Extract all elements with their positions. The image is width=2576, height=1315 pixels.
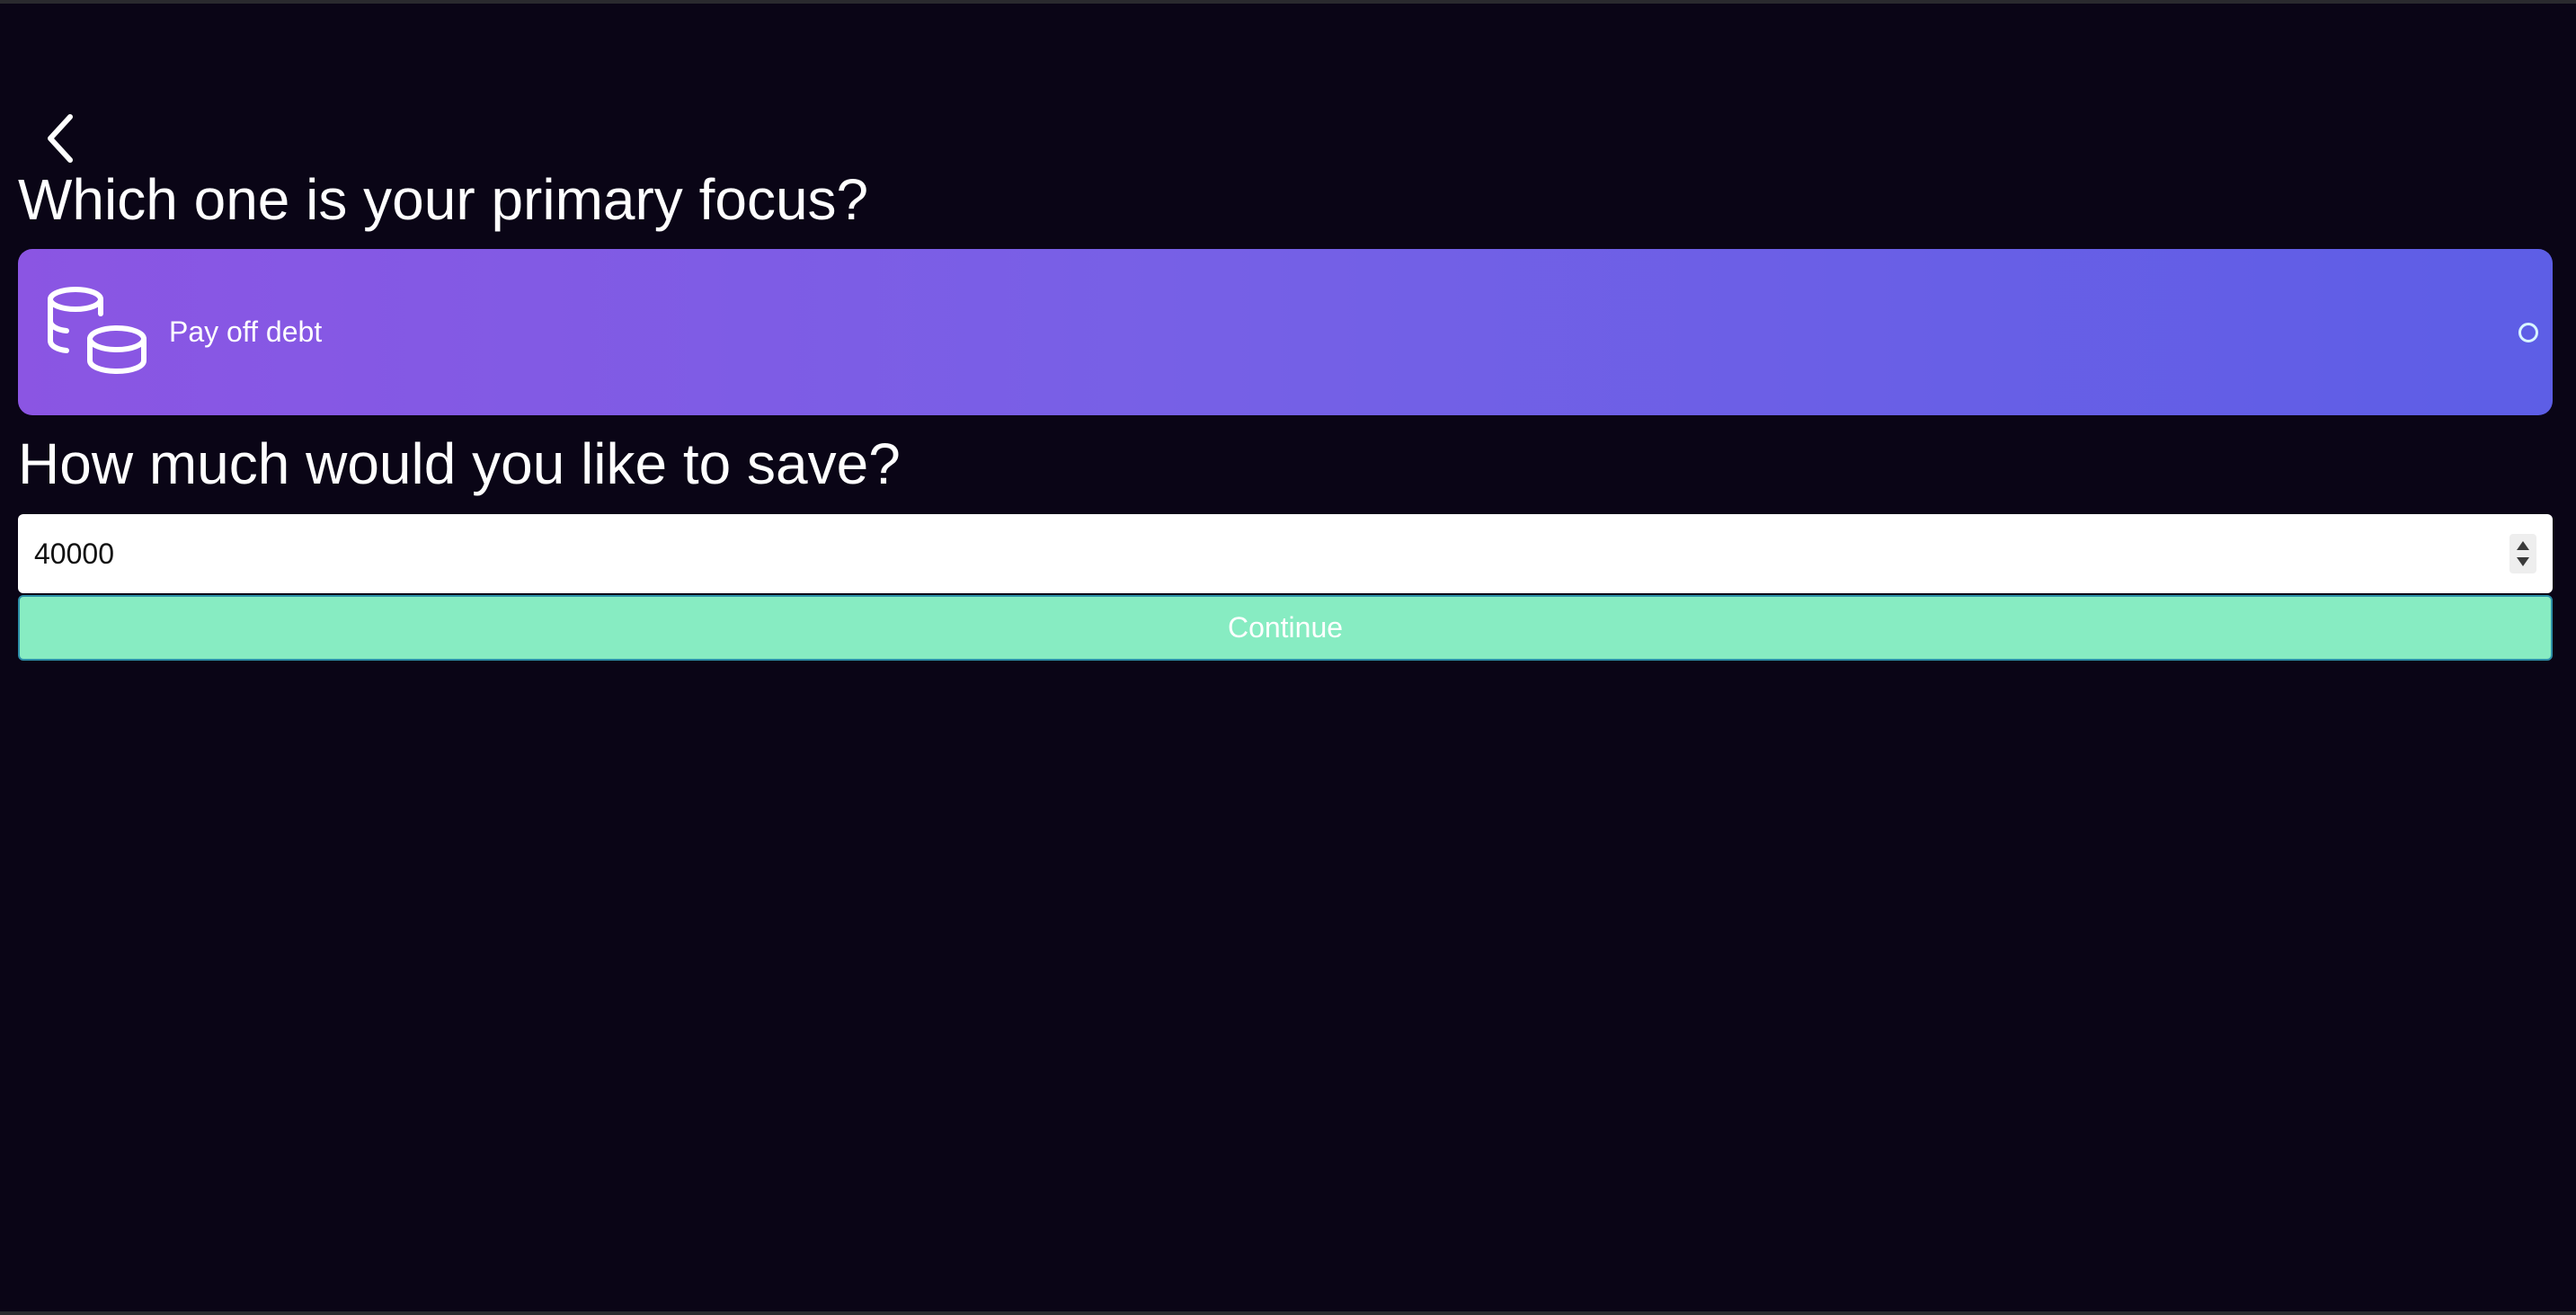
amount-field (18, 514, 2553, 593)
window-bottom-edge (0, 1311, 2576, 1315)
option-radio[interactable] (2518, 323, 2538, 342)
onboarding-page: Which one is your primary focus? Pay off… (0, 0, 2576, 1315)
back-button[interactable] (40, 110, 79, 167)
chevron-left-icon (48, 114, 73, 163)
savings-question-heading: How much would you like to save? (18, 431, 901, 496)
stepper-up-icon[interactable] (2517, 541, 2529, 550)
option-pay-off-debt[interactable]: Pay off debt (18, 249, 2553, 415)
option-label: Pay off debt (169, 315, 323, 348)
coins-icon (48, 287, 147, 374)
amount-input[interactable] (18, 514, 2499, 593)
continue-button[interactable]: Continue (18, 595, 2553, 661)
stepper-down-icon[interactable] (2517, 557, 2529, 566)
amount-stepper[interactable] (2509, 534, 2536, 573)
focus-question-heading: Which one is your primary focus? (18, 167, 869, 232)
